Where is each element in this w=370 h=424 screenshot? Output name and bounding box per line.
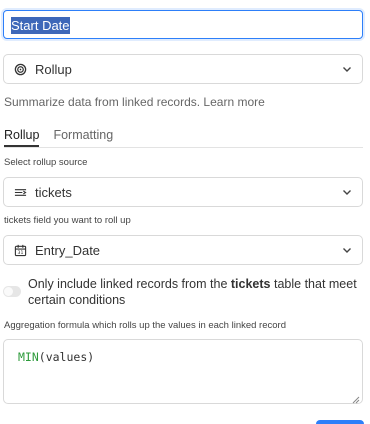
field-description: Summarize data from linked records. Lear… [4,95,265,109]
svg-text:31: 31 [17,250,23,256]
condition-toggle[interactable] [3,286,21,297]
chevron-down-icon [341,244,353,256]
linked-field-icon [13,185,27,199]
field-type-select[interactable]: Rollup [3,54,363,84]
condition-table-name: tickets [230,277,271,291]
tab-formatting[interactable]: Formatting [53,128,113,147]
description-text: Summarize data from linked records. [4,95,201,109]
formula-args: (values) [38,350,95,364]
formula-label: Aggregation formula which rolls up the v… [4,320,286,331]
field-name-input[interactable]: Start Date [3,10,363,39]
rollup-source-label: Select rollup source [4,157,88,168]
condition-toggle-row: Only include linked records from the tic… [3,276,363,308]
save-button[interactable] [316,420,364,424]
field-type-label: Rollup [35,61,72,77]
tab-rollup[interactable]: Rollup [4,128,40,147]
chevron-down-icon [341,186,353,198]
rollup-source-select[interactable]: tickets [3,177,363,207]
rollup-icon [13,62,27,76]
resize-handle-icon[interactable] [352,393,360,404]
tab-bar: Rollup Formatting [4,128,363,148]
condition-toggle-text: Only include linked records from the tic… [28,277,357,307]
formula-function: MIN [18,350,39,364]
chevron-down-icon [341,63,353,75]
rollup-source-value: tickets [35,184,72,200]
date-icon: 31 [13,243,27,257]
rollup-field-label: tickets field you want to roll up [4,215,131,226]
formula-editor[interactable]: MIN(values) [3,339,363,404]
rollup-field-value: Entry_Date [35,242,101,258]
rollup-field-select[interactable]: 31 Entry_Date [3,235,363,265]
field-name-selected-text: Start Date [11,17,70,34]
learn-more-link[interactable]: Learn more [203,95,264,109]
